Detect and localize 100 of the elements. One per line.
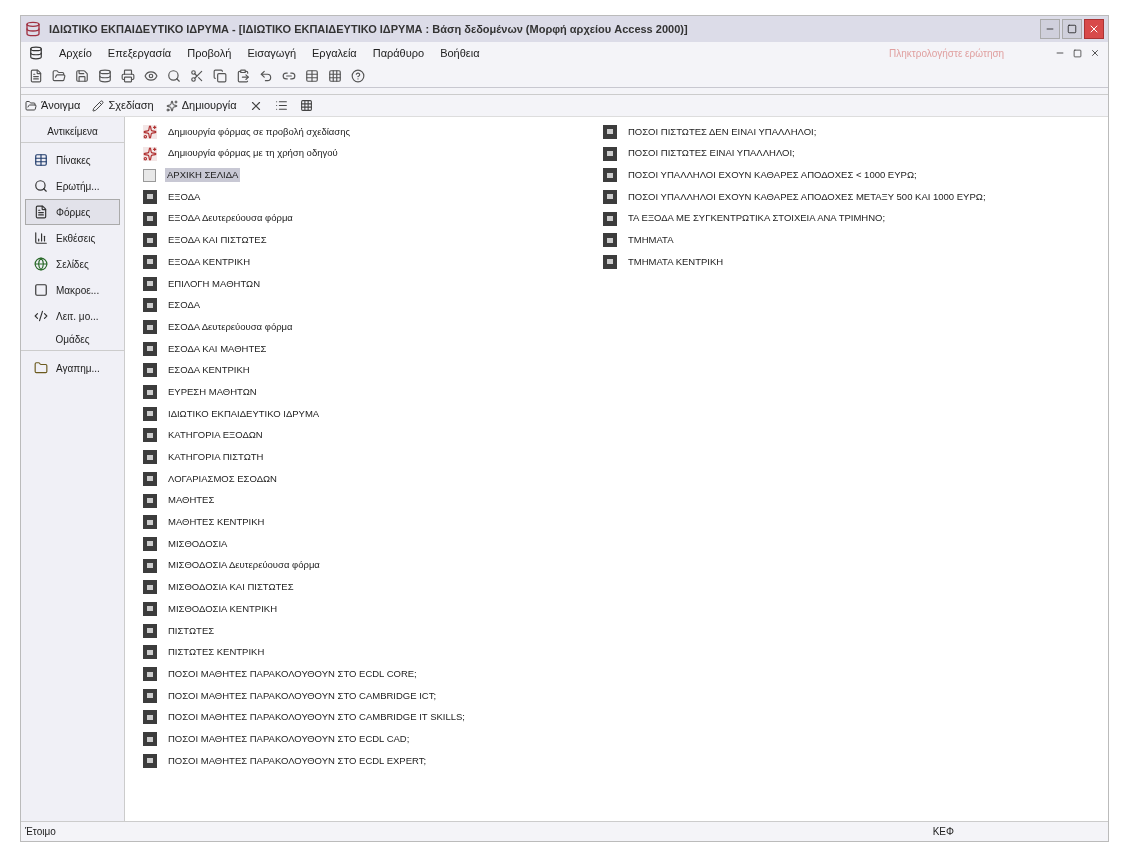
table-icon [34,153,48,167]
form-list-item[interactable]: ΕΣΟΔΑ ΚΕΝΤΡΙΚΗ [166,363,252,378]
form-list-item[interactable]: ΕΞΟΔΑ [166,189,203,205]
status-text: Έτοιμο [25,825,56,839]
paste-icon[interactable] [236,68,250,83]
form-icon [143,753,157,768]
status-indicator: ΚΕΦ [932,825,954,839]
undo-icon[interactable] [259,68,273,83]
form-list-item[interactable]: ΠΙΣΤΩΤΕΣ [166,623,217,638]
report-icon [34,231,48,245]
form-icon [603,254,617,269]
table-icon[interactable] [305,68,319,83]
sparkle-icon [165,99,178,112]
form-list-item[interactable]: ΚΑΤΗΓΟΡΙΑ ΠΙΣΤΩΤΗ [166,450,266,465]
folder-icon[interactable] [52,68,66,83]
pencil-icon [92,99,105,112]
form-list-item[interactable]: Δημιουργία φόρμας με τη χρήση οδηγού [166,146,340,161]
form-list-item[interactable]: ΠΟΣΟΙ ΥΠΑΛΛΗΛΟΙ ΕΧΟΥΝ ΚΑΘΑΡΕΣ ΑΠΟΔΟΧΕΣ < 1000 ΕΥΡΩ; [626,168,919,183]
menu-item[interactable]: Βοήθεια [440,44,480,62]
form-icon [603,124,617,139]
sidebar-item[interactable]: Αγαπημ... [25,355,120,381]
form-icon [143,536,157,551]
form-list-item[interactable]: ΙΔΙΩΤΙΚΟ ΕΚΠΑΙΔΕΥΤΙΚΟ ΙΔΡΥΜΑ [166,406,322,421]
sidebar-item[interactable]: Φόρμες [25,199,120,225]
toolbar-button[interactable]: Σχεδίαση [92,97,154,114]
form-icon [143,385,157,400]
eye-icon[interactable] [144,68,158,83]
form-list-item[interactable]: ΕΣΟΔΑ Δευτερεύουσα φόρμα [166,319,295,335]
save-icon[interactable] [75,68,89,83]
form-list-item[interactable]: ΜΙΣΘΟΔΟΣΙΑ ΚΑΙ ΠΙΣΤΩΤΕΣ [166,580,296,595]
form-list-item[interactable]: ΜΙΣΘΟΔΟΣΙΑ [166,536,230,552]
sidebar-item[interactable]: Μακροε... [25,277,120,303]
new-file-icon[interactable] [29,68,43,83]
form-icon [603,211,617,226]
scissors-icon[interactable] [190,68,204,83]
menu-item[interactable]: Εργαλεία [312,44,357,62]
form-list-item[interactable]: ΠΙΣΤΩΤΕΣ ΚΕΝΤΡΙΚΗ [166,645,267,660]
form-list-item[interactable]: ΑΡΧΙΚΗ ΣΕΛΙΔΑ [165,168,241,183]
form-list-item[interactable]: ΠΟΣΟΙ ΜΑΘΗΤΕΣ ΠΑΡΑΚΟΛΟΥΘΟΥΝ ΣΤΟ ECDL CAD; [166,731,412,747]
help-field[interactable]: Πληκτρολογήστε ερώτηση [889,45,1039,61]
close-icon [1088,23,1100,35]
group-header: Ομάδες [21,329,124,351]
form-icon [143,493,157,508]
form-list-item[interactable]: ΤΑ ΕΞΟΔΑ ΜΕ ΣΥΓΚΕΝΤΡΩΤΙΚΑ ΣΤΟΙΧΕΙΑ ΑΝΑ ΤΡΙΜΗΝΟ; [626,211,888,226]
form-list-item[interactable]: ΠΟΣΟΙ ΠΙΣΤΩΤΕΣ ΔΕΝ ΕΙΝΑΙ ΥΠΑΛΛΗΛΟΙ; [626,124,819,139]
form-list-item[interactable]: ΜΙΣΘΟΔΟΣΙΑ ΚΕΝΤΡΙΚΗ [166,601,279,617]
sidebar-item[interactable]: Ερωτήμ... [25,173,120,199]
sidebar-item[interactable]: Εκθέσεις [25,225,120,251]
help-icon[interactable] [351,68,365,83]
close-icon[interactable] [1090,48,1100,58]
grid-icon[interactable] [299,99,313,112]
form-list-item[interactable]: ΕΞΟΔΑ Δευτερεύουσα φόρμα [166,211,295,226]
printer-icon[interactable] [121,68,135,83]
form-list-item[interactable]: ΕΞΟΔΑ ΚΑΙ ΠΙΣΤΩΤΕΣ [166,233,269,248]
form-list-item[interactable]: ΠΟΣΟΙ ΜΑΘΗΤΕΣ ΠΑΡΑΚΟΛΟΥΘΟΥΝ ΣΤΟ ECDL CORE; [166,666,419,682]
form-list-item[interactable]: ΤΜΗΜΑΤΑ [626,233,676,248]
form-list-item[interactable]: ΠΟΣΟΙ ΜΑΘΗΤΕΣ ΠΑΡΑΚΟΛΟΥΘΟΥΝ ΣΤΟ ECDL EXPERT; [166,753,429,768]
sidebar-item[interactable]: Λειτ. μο... [25,303,120,329]
form-list-item[interactable]: ΜΙΣΘΟΔΟΣΙΑ Δευτερεύουσα φόρμα [166,558,322,573]
form-icon [143,233,157,248]
form-list-item[interactable]: ΠΟΣΟΙ ΠΙΣΤΩΤΕΣ ΕΙΝΑΙ ΥΠΑΛΛΗΛΟΙ; [626,146,797,161]
form-list-item[interactable]: ΜΑΘΗΤΕΣ ΚΕΝΤΡΙΚΗ [166,515,267,530]
form-list-item[interactable]: ΠΟΣΟΙ ΥΠΑΛΛΗΛΟΙ ΕΧΟΥΝ ΚΑΘΑΡΕΣ ΑΠΟΔΟΧΕΣ ΜΕΤΑΞΥ 500 ΚΑΙ 1000 ΕΥΡΩ; [626,189,988,205]
form-list-item[interactable]: ΕΞΟΔΑ ΚΕΝΤΡΙΚΗ [166,254,252,270]
toolbar-button[interactable]: Δημιουργία [165,97,237,114]
search-icon[interactable] [167,68,181,83]
sidebar-item[interactable]: Σελίδες [25,251,120,277]
restore-icon[interactable] [1073,48,1082,58]
menu-item[interactable]: Επεξεργασία [107,44,172,62]
menu-item[interactable]: Εισαγωγή [247,44,297,62]
app-icon [25,21,41,37]
form-icon [143,428,157,443]
form-list-item[interactable]: Δημιουργία φόρμας σε προβολή σχεδίασης [166,124,353,139]
menu-item[interactable]: Παράθυρο [372,44,425,62]
toolbar-button[interactable]: Άνοιγμα [25,97,81,114]
menu-item[interactable]: Προβολή [187,44,232,62]
form-list-item[interactable]: ΕΣΟΔΑ ΚΑΙ ΜΑΘΗΤΕΣ [166,341,269,356]
folder-icon [25,99,37,112]
copy-icon[interactable] [213,68,227,83]
form-list-item[interactable]: ΚΑΤΗΓΟΡΙΑ ΕΞΟΔΩΝ [166,428,265,443]
form-icon [603,168,617,183]
form-list-item[interactable]: ΠΟΣΟΙ ΜΑΘΗΤΕΣ ΠΑΡΑΚΟΛΟΥΘΟΥΝ ΣΤΟ CAMBRIDGE ICT; [166,688,439,703]
database-icon [29,46,43,60]
form-icon [143,645,157,660]
form-icon [143,320,157,335]
menu-item[interactable]: Αρχείο [59,44,92,62]
close-button[interactable] [1084,19,1104,39]
database-icon[interactable] [98,68,112,83]
form-icon [143,189,157,204]
form-list-item[interactable]: ΛΟΓΑΡΙΑΣΜΟΣ ΕΣΟΔΩΝ [166,471,279,486]
form-list-item[interactable]: ΤΜΗΜΑΤΑ ΚΕΝΤΡΙΚΗ [626,254,726,270]
form-list-item[interactable]: ΠΟΣΟΙ ΜΑΘΗΤΕΣ ΠΑΡΑΚΟΛΟΥΘΟΥΝ ΣΤΟ CAMBRIDGE IT SKILLS; [166,710,467,725]
maximize-button[interactable] [1062,19,1082,39]
list-icon[interactable] [274,99,288,112]
form-list-item[interactable]: ΕΥΡΕΣΗ ΜΑΘΗΤΩΝ [166,384,259,400]
form-list-item[interactable]: ΕΣΟΔΑ [166,298,203,313]
form-list-item[interactable]: ΕΠΙΛΟΓΗ ΜΑΘΗΤΩΝ [166,276,262,291]
sidebar-item[interactable]: Πίνακες [25,147,120,173]
form-list-item[interactable]: ΜΑΘΗΤΕΣ [166,493,217,508]
grid-icon[interactable] [328,68,342,83]
